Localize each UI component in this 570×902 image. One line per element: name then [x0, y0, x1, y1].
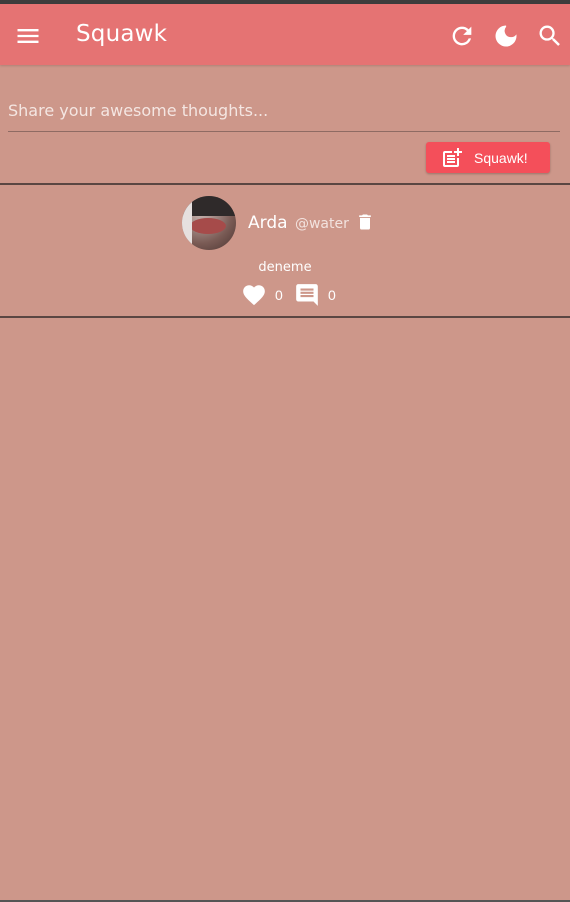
divider: [0, 183, 570, 185]
composer: Squawk!: [0, 65, 570, 184]
trash-icon[interactable]: [355, 211, 375, 233]
author-name-row: Arda @water: [248, 213, 349, 233]
like-count: 0: [275, 287, 283, 303]
post-actions: 0 0: [0, 282, 570, 308]
refresh-icon[interactable]: [448, 22, 476, 50]
app-bar: Squawk: [0, 4, 570, 65]
author-name[interactable]: Arda: [248, 213, 288, 233]
heart-icon[interactable]: [241, 282, 267, 308]
app-title: Squawk: [76, 21, 168, 47]
post-content: deneme: [258, 260, 312, 275]
post-add-icon: [443, 147, 462, 167]
author-handle[interactable]: @water: [295, 216, 349, 232]
squawk-button[interactable]: Squawk!: [426, 142, 550, 173]
dark-mode-icon[interactable]: [492, 22, 520, 50]
divider: [0, 316, 570, 318]
squawk-input[interactable]: [8, 89, 560, 132]
menu-icon[interactable]: [14, 22, 42, 50]
comment-icon[interactable]: [294, 282, 320, 308]
avatar[interactable]: [182, 196, 236, 250]
squawk-button-label: Squawk!: [474, 149, 528, 166]
search-icon[interactable]: [536, 22, 564, 50]
comment-count: 0: [328, 287, 336, 303]
post-card: Arda @water deneme 0 0: [0, 186, 570, 316]
